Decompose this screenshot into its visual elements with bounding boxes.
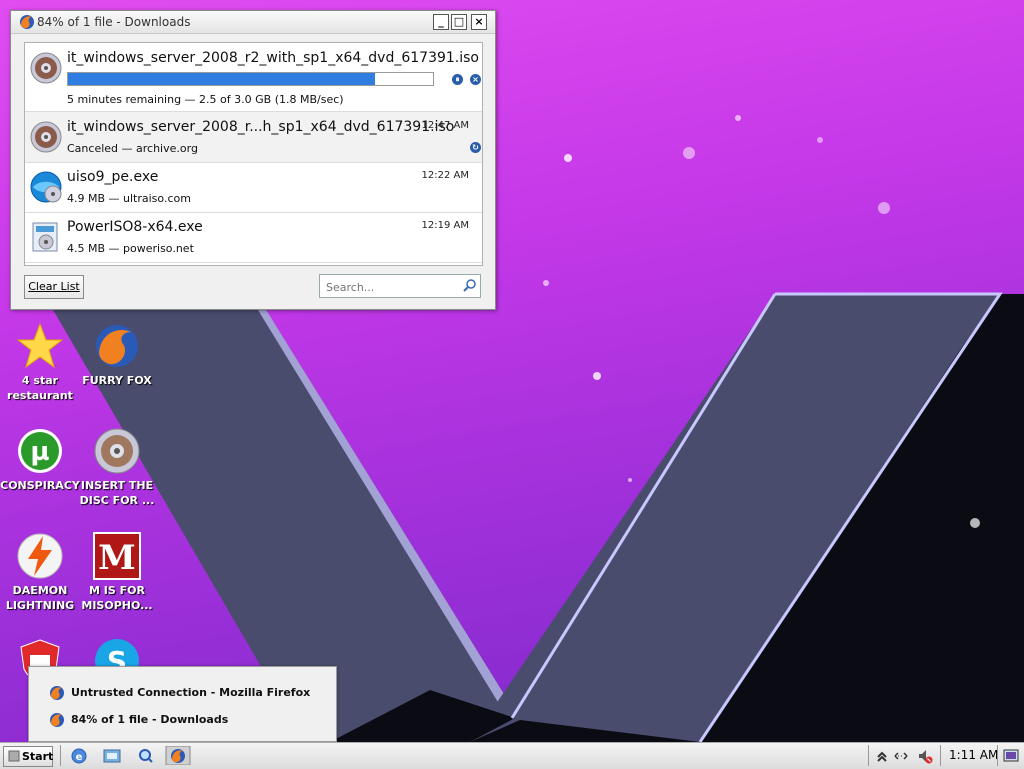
sparkle xyxy=(878,202,890,214)
globe-disc-icon xyxy=(30,171,62,203)
start-button[interactable]: Start xyxy=(3,746,53,767)
ie-icon[interactable]: e xyxy=(66,746,92,765)
tray-separator xyxy=(940,745,941,766)
svg-text:e: e xyxy=(76,752,83,763)
desktop-icon-insert-the-disc[interactable]: INSERT THE DISC FOR ... xyxy=(77,427,157,508)
download-item[interactable]: uiso9_pe.exe 12:22 AM 4.9 MB — ultraiso.co… xyxy=(25,162,482,213)
minimize-button[interactable]: _ xyxy=(433,14,449,30)
download-item[interactable]: PowerISO8-x64.exe 12:19 AM 4.5 MB — poweri… xyxy=(25,212,482,263)
desktop-icon-daemon-lightning[interactable]: DAEMON LIGHTNING xyxy=(0,532,80,613)
show-desktop-icon[interactable] xyxy=(1003,748,1019,764)
desktop-icon-label: FURRY FOX xyxy=(82,374,152,387)
sparkle xyxy=(628,478,632,482)
downloads-titlebar[interactable]: 84% of 1 file - Downloads _ □ × xyxy=(11,11,495,34)
desktop-icon-conspiracy[interactable]: µ CONSPIRACY xyxy=(0,427,80,493)
taskbar-separator xyxy=(60,745,61,766)
sparkle xyxy=(564,154,572,162)
firefox-icon[interactable] xyxy=(165,746,191,765)
desktop-icon-label: INSERT THE xyxy=(80,479,154,492)
start-logo-icon xyxy=(8,750,20,762)
disc-icon xyxy=(30,121,62,153)
daemon-tools-icon xyxy=(17,533,63,579)
desktop-icon-4-star-restaurant[interactable]: 4 star restaurant xyxy=(0,322,80,403)
installer-icon xyxy=(32,222,58,252)
search-icon[interactable] xyxy=(133,746,159,765)
sparkle xyxy=(970,518,980,528)
downloads-window: 84% of 1 file - Downloads _ □ × it_windo… xyxy=(10,10,496,310)
taskbar: Start e 1:11 AM xyxy=(0,742,1024,769)
maximize-button[interactable]: □ xyxy=(451,14,467,30)
popup-item-downloads[interactable]: 84% of 1 file - Downloads xyxy=(49,710,329,730)
download-filename: uiso9_pe.exe xyxy=(67,169,159,185)
disc-icon xyxy=(30,52,62,84)
clear-list-button[interactable]: Clear List xyxy=(24,275,84,299)
taskbar-window-list-popup: Untrusted Connection - Mozilla Firefox 8… xyxy=(28,666,337,742)
downloads-search-box[interactable] xyxy=(319,274,481,298)
desktop-icon-furry-fox[interactable]: FURRY FOX xyxy=(77,322,157,388)
firefox-icon xyxy=(96,325,138,367)
window-title: 84% of 1 file - Downloads xyxy=(37,15,191,29)
search-input[interactable] xyxy=(324,278,463,296)
desktop-icon-label: M IS FOR xyxy=(89,584,145,597)
search-icon xyxy=(463,279,476,292)
desktop-icon-m-is-for[interactable]: M M IS FOR MISOPHO... xyxy=(77,532,157,613)
popup-item-label: Untrusted Connection - Mozilla Firefox xyxy=(71,686,311,699)
sparkle xyxy=(593,372,601,380)
malwarebytes-icon: M xyxy=(93,532,141,580)
download-progress-bar xyxy=(67,72,434,86)
desktop-icon-label: restaurant xyxy=(7,389,73,402)
popup-item-label: 84% of 1 file - Downloads xyxy=(71,713,229,726)
clock[interactable]: 1:11 AM xyxy=(949,748,998,762)
sparkle xyxy=(735,115,741,121)
sparkle xyxy=(683,147,695,159)
sparkle xyxy=(543,280,549,286)
network-icon[interactable] xyxy=(893,748,909,764)
start-label: Start xyxy=(22,750,54,763)
download-time: 12:47 AM xyxy=(421,120,469,131)
pause-button[interactable]: ⏸ xyxy=(452,74,463,85)
svg-text:µ: µ xyxy=(30,437,49,467)
volume-muted-icon[interactable] xyxy=(917,748,933,764)
desktop-icon-label: MISOPHO... xyxy=(81,599,153,612)
desktop-icon-label: DISC FOR ... xyxy=(79,494,155,507)
star-icon xyxy=(16,322,64,369)
desktop-icon-label: 4 star xyxy=(21,374,59,387)
tray-separator xyxy=(997,745,998,766)
desktop-icon-label: CONSPIRACY xyxy=(0,479,80,492)
firefox-icon xyxy=(20,15,34,29)
download-item[interactable]: it_windows_server_2008_r...h_sp1_x64_dvd… xyxy=(25,112,482,163)
download-progress-fill xyxy=(68,73,375,85)
disc-icon xyxy=(94,428,140,474)
sparkle xyxy=(817,137,823,143)
download-status: 4.9 MB — ultraiso.com xyxy=(67,192,191,205)
download-status: Canceled — archive.org xyxy=(67,142,198,155)
retry-button[interactable]: ↻ xyxy=(470,142,481,153)
download-filename: it_windows_server_2008_r2_with_sp1_x64_d… xyxy=(67,50,479,66)
utorrent-icon: µ xyxy=(18,429,62,473)
download-item[interactable]: it_windows_server_2008_r2_with_sp1_x64_d… xyxy=(25,43,482,112)
download-filename: PowerISO8-x64.exe xyxy=(67,219,203,235)
svg-text:M: M xyxy=(98,538,136,578)
download-status: 4.5 MB — poweriso.net xyxy=(67,242,194,255)
firefox-icon xyxy=(50,713,64,727)
desktop-icon-label: DAEMON xyxy=(12,584,68,597)
show-hidden-icon[interactable] xyxy=(874,748,890,764)
download-status: 5 minutes remaining — 2.5 of 3.0 GB (1.8… xyxy=(67,93,344,106)
close-button[interactable]: × xyxy=(471,14,487,30)
download-filename: it_windows_server_2008_r...h_sp1_x64_dvd… xyxy=(67,119,455,135)
explorer-icon[interactable] xyxy=(99,746,125,765)
download-time: 12:22 AM xyxy=(421,170,469,181)
popup-item-untrusted-connection[interactable]: Untrusted Connection - Mozilla Firefox xyxy=(49,683,329,703)
tray-separator xyxy=(868,745,869,766)
downloads-list: it_windows_server_2008_r2_with_sp1_x64_d… xyxy=(24,42,483,266)
firefox-icon xyxy=(50,686,64,700)
desktop-icon-label: LIGHTNING xyxy=(5,599,75,612)
download-time: 12:19 AM xyxy=(421,220,469,231)
cancel-download-button[interactable]: × xyxy=(470,74,481,85)
